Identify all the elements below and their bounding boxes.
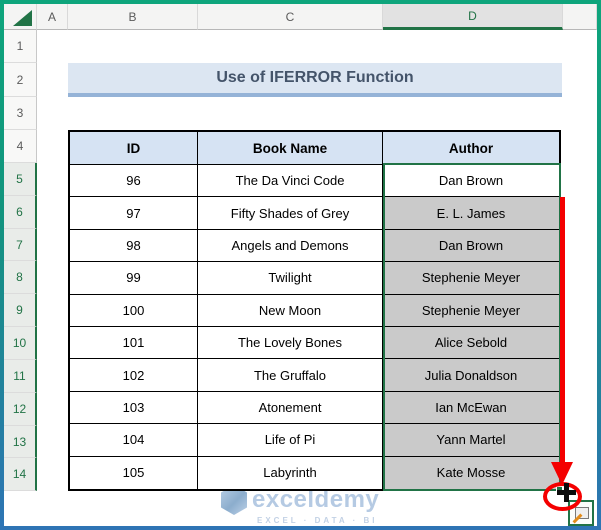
column-header-b[interactable]: B (68, 4, 198, 30)
column-header-a[interactable]: A (37, 4, 68, 30)
row-header-9[interactable]: 9 (4, 294, 37, 327)
table-header-author[interactable]: Author (383, 132, 559, 165)
row-header-3[interactable]: 3 (4, 97, 37, 130)
cell-b8-id[interactable]: 99 (70, 262, 198, 295)
title-banner-cell[interactable]: Use of IFERROR Function (68, 63, 562, 97)
cell-b14-id[interactable]: 105 (70, 456, 198, 489)
cell-b13-id[interactable]: 104 (70, 424, 198, 457)
book-table: ID Book Name Author 96 The Da Vinci Code… (68, 130, 561, 491)
cell-d13-author[interactable]: Yann Martel (383, 424, 559, 457)
cell-b12-id[interactable]: 103 (70, 391, 198, 425)
cell-c10-book[interactable]: The Lovely Bones (198, 327, 383, 360)
cell-d7-author[interactable]: Dan Brown (383, 229, 559, 263)
table-header-id[interactable]: ID (70, 132, 198, 165)
row-header-5[interactable]: 5 (4, 163, 37, 196)
column-header-filler (563, 4, 597, 30)
row-header-10[interactable]: 10 (4, 327, 37, 360)
row-header-14[interactable]: 14 (4, 458, 37, 491)
row-header-2[interactable]: 2 (4, 63, 37, 97)
cell-b5-id[interactable]: 96 (70, 165, 198, 198)
select-all-corner[interactable] (4, 4, 37, 30)
exceldemy-watermark: exceldemy EXCEL · DATA · BI (221, 485, 379, 525)
cell-c14-book[interactable]: Labyrinth (198, 456, 383, 489)
cell-c11-book[interactable]: The Gruffalo (198, 359, 383, 392)
row-header-7[interactable]: 7 (4, 229, 37, 261)
cell-d8-author[interactable]: Stephenie Meyer (383, 262, 559, 295)
row-header-1[interactable]: 1 (4, 30, 37, 63)
cell-b10-id[interactable]: 101 (70, 327, 198, 360)
table-header-book-name[interactable]: Book Name (198, 132, 383, 165)
row-header-13[interactable]: 13 (4, 426, 37, 458)
cell-d12-author[interactable]: Ian McEwan (383, 391, 559, 425)
cell-c6-book[interactable]: Fifty Shades of Grey (198, 197, 383, 230)
row-header-11[interactable]: 11 (4, 360, 37, 393)
cell-b6-id[interactable]: 97 (70, 197, 198, 230)
cell-d10-author[interactable]: Alice Sebold (383, 327, 559, 360)
excel-screenshot: A B C D 1 2 3 4 5 6 7 8 9 10 11 12 13 14… (0, 0, 601, 530)
select-all-triangle-icon (13, 10, 32, 26)
cell-d5-author-active[interactable]: Dan Brown (383, 165, 559, 198)
cell-c13-book[interactable]: Life of Pi (198, 424, 383, 457)
cell-d6-author[interactable]: E. L. James (383, 197, 559, 230)
watermark-tagline: EXCEL · DATA · BI (257, 516, 378, 525)
cell-d14-author[interactable]: Kate Mosse (383, 456, 559, 489)
cell-b11-id[interactable]: 102 (70, 359, 198, 392)
column-header-d-selected[interactable]: D (383, 4, 563, 30)
row-header-4[interactable]: 4 (4, 130, 37, 163)
cell-d9-author[interactable]: Stephenie Meyer (383, 294, 559, 327)
row-header-6[interactable]: 6 (4, 196, 37, 229)
cell-c12-book[interactable]: Atonement (198, 391, 383, 425)
cell-d11-author[interactable]: Julia Donaldson (383, 359, 559, 392)
cell-c5-book[interactable]: The Da Vinci Code (198, 165, 383, 198)
cell-c7-book[interactable]: Angels and Demons (198, 229, 383, 263)
cell-b9-id[interactable]: 100 (70, 294, 198, 327)
cell-c8-book[interactable]: Twilight (198, 262, 383, 295)
row-header-8[interactable]: 8 (4, 261, 37, 294)
cell-c9-book[interactable]: New Moon (198, 294, 383, 327)
row-header-12[interactable]: 12 (4, 393, 37, 426)
cell-b7-id[interactable]: 98 (70, 229, 198, 263)
column-header-c[interactable]: C (198, 4, 383, 30)
autofill-options-button[interactable] (568, 500, 594, 526)
